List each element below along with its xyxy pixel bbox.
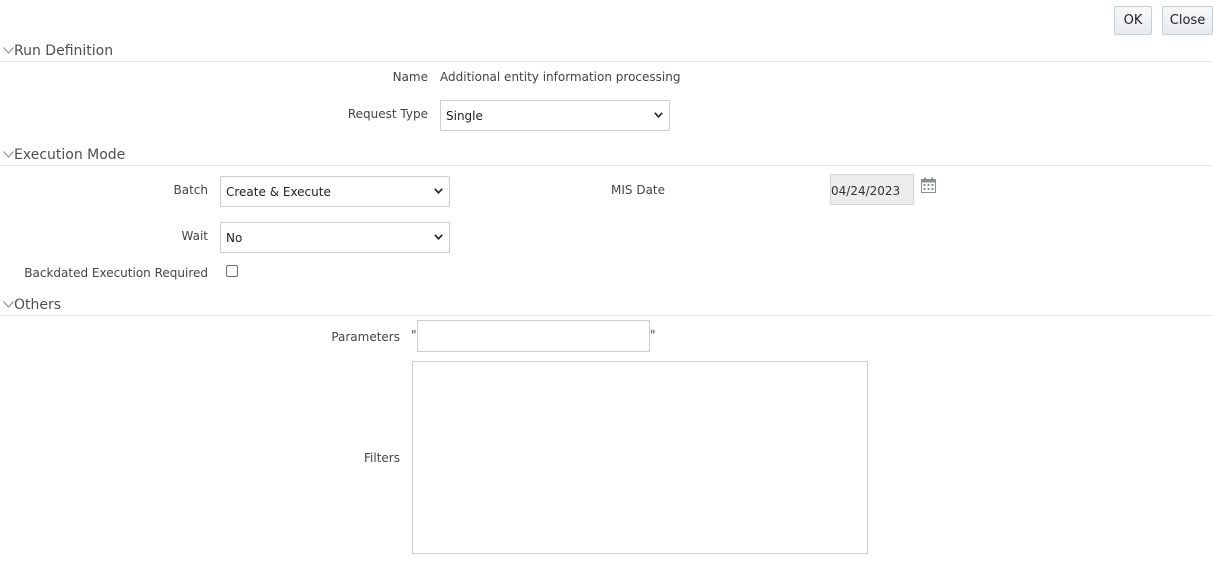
wait-label: Wait xyxy=(181,229,209,243)
section-execution-mode[interactable]: Execution Mode xyxy=(0,147,1213,166)
chevron-down-icon xyxy=(434,188,443,194)
section-run-definition[interactable]: Run Definition xyxy=(0,43,1213,62)
close-button[interactable]: Close xyxy=(1162,6,1213,35)
section-title: Others xyxy=(14,297,62,313)
request-type-select[interactable]: Single xyxy=(440,100,670,131)
calendar-icon[interactable] xyxy=(921,177,936,193)
mis-date-field: 04/24/2023 xyxy=(830,174,914,205)
wait-select[interactable]: No xyxy=(220,222,450,253)
quote-open: " xyxy=(411,328,417,342)
section-title: Execution Mode xyxy=(14,147,126,163)
request-type-value: Single xyxy=(446,109,483,123)
parameters-input[interactable] xyxy=(417,320,650,352)
section-others[interactable]: Others xyxy=(0,297,1213,316)
chevron-down-icon xyxy=(3,301,14,308)
wait-value: No xyxy=(226,231,243,245)
request-type-label: Request Type xyxy=(347,107,428,121)
chevron-down-icon xyxy=(3,151,14,158)
mis-date-label: MIS Date xyxy=(611,183,666,197)
section-title: Run Definition xyxy=(14,43,114,59)
chevron-down-icon xyxy=(434,234,443,240)
chevron-down-icon xyxy=(654,112,663,118)
batch-label: Batch xyxy=(173,183,209,197)
chevron-down-icon xyxy=(3,47,14,54)
filters-label: Filters xyxy=(364,451,400,465)
batch-value: Create & Execute xyxy=(226,185,331,199)
backdated-checkbox[interactable] xyxy=(226,265,238,277)
quote-close: " xyxy=(650,328,656,342)
filters-textarea[interactable] xyxy=(412,361,868,554)
name-label: Name xyxy=(392,70,428,84)
backdated-label: Backdated Execution Required xyxy=(24,266,208,280)
ok-button[interactable]: OK xyxy=(1114,6,1152,35)
name-value: Additional entity information processing xyxy=(440,70,681,84)
parameters-label: Parameters xyxy=(331,330,400,344)
batch-select[interactable]: Create & Execute xyxy=(220,176,450,207)
